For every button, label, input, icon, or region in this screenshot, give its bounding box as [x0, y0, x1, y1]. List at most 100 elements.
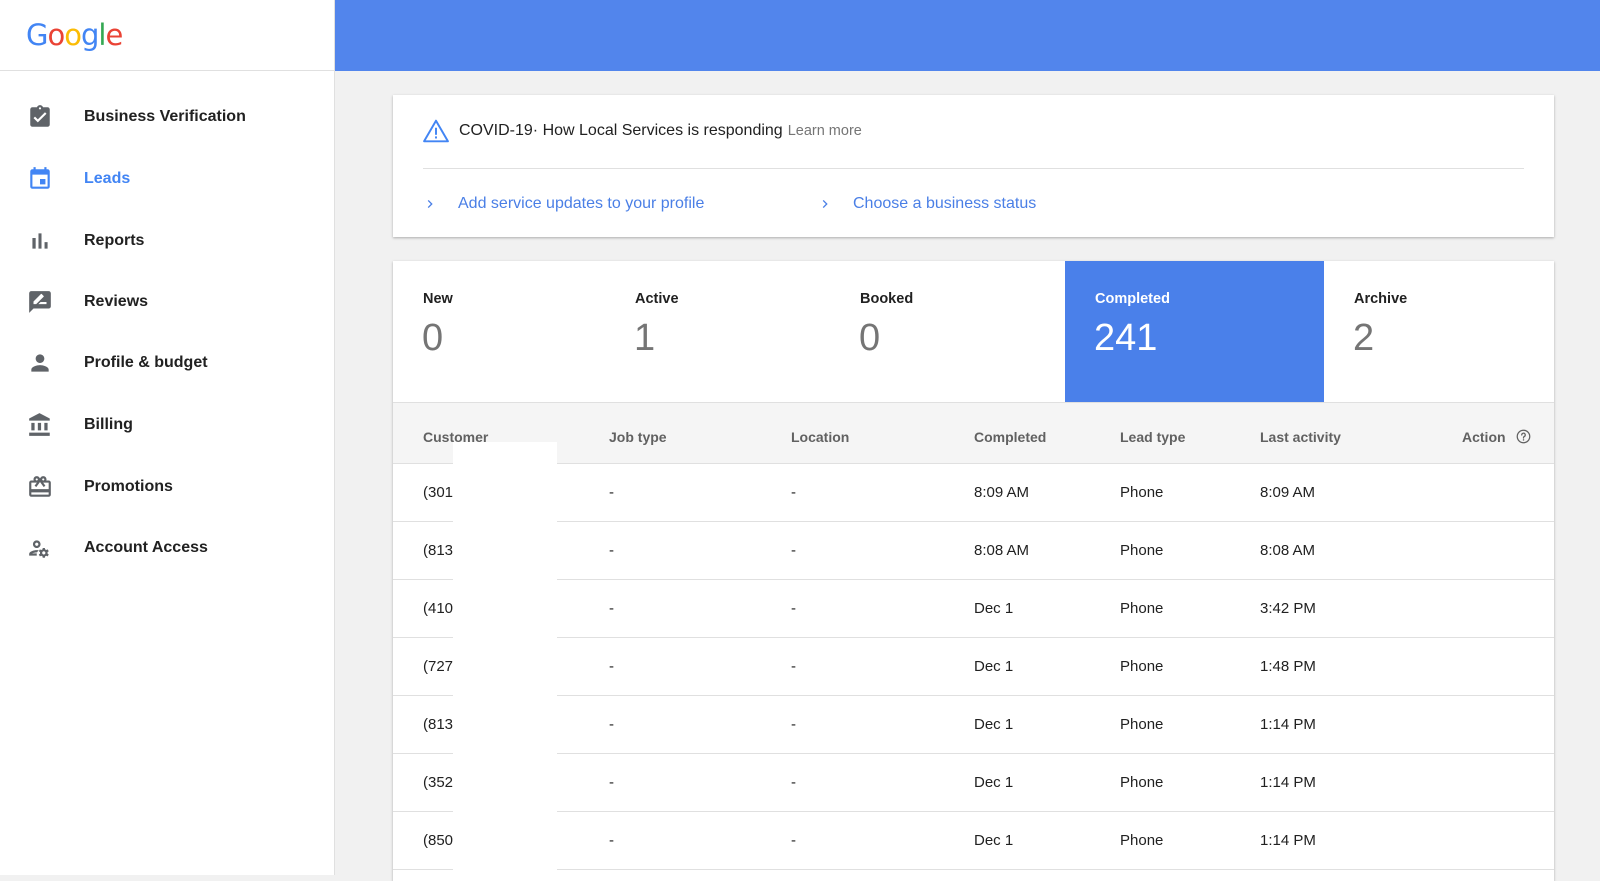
chevron-right-icon — [427, 200, 433, 208]
header-bar — [335, 0, 1600, 71]
covid-notice-line: COVID-19 · How Local Services is respond… — [423, 119, 862, 143]
column-header-lead-type[interactable]: Lead type — [1120, 429, 1185, 445]
sidebar-item-account-access[interactable]: Account Access — [0, 520, 334, 576]
covid-title: COVID-19 — [459, 122, 533, 139]
cell-last-activity: 1:14 PM — [1260, 774, 1316, 791]
stat-label: Archive — [1354, 291, 1408, 307]
cell-job-type: - — [609, 484, 614, 501]
cell-lead-type: Phone — [1120, 542, 1164, 559]
gift-card-icon — [27, 474, 53, 500]
link-label: Choose a business status — [853, 195, 1037, 212]
review-pen-icon — [27, 289, 53, 315]
cell-customer: (813 — [423, 542, 454, 559]
cell-location: - — [791, 542, 796, 559]
cell-job-type: - — [609, 716, 614, 733]
table-row[interactable]: (352 - - Dec 1 Phone 1:14 PM — [393, 754, 1554, 812]
table-row[interactable]: (813 - - 8:08 AM Phone 8:08 AM — [393, 522, 1554, 580]
sidebar-item-business-verification[interactable]: Business Verification — [0, 89, 334, 145]
sidebar-item-leads[interactable]: Leads — [0, 151, 334, 207]
stat-value: 2 — [1353, 317, 1375, 359]
cell-job-type: - — [609, 600, 614, 617]
column-header-job-type[interactable]: Job type — [609, 429, 667, 445]
google-logo[interactable]: Google — [0, 0, 334, 71]
cell-completed: 8:08 AM — [974, 542, 1030, 559]
learn-more-link[interactable]: Learn more — [788, 123, 862, 139]
cell-location: - — [791, 600, 796, 617]
person-icon — [27, 350, 53, 376]
redaction-overlay — [453, 442, 557, 875]
sidebar-item-label: Account Access — [84, 539, 208, 556]
sidebar-item-label: Promotions — [84, 478, 173, 495]
column-header-completed[interactable]: Completed — [974, 429, 1046, 445]
user-gear-icon — [27, 535, 53, 561]
cell-lead-type: Phone — [1120, 484, 1164, 501]
stat-label: Active — [635, 291, 679, 307]
sidebar-item-reviews[interactable]: Reviews — [0, 274, 334, 330]
table-row[interactable]: (410 - - Dec 1 Phone 3:42 PM — [393, 580, 1554, 638]
sidebar-item-label: Profile & budget — [84, 354, 208, 371]
cell-customer: (301 — [423, 484, 454, 501]
cell-customer: (727 — [423, 658, 454, 675]
table-row[interactable]: (813 - - Dec 1 Phone 1:14 PM — [393, 696, 1554, 754]
tab-active[interactable]: Active 1 — [605, 261, 830, 402]
sidebar-item-label: Leads — [84, 170, 131, 187]
divider — [423, 168, 1524, 169]
logo-letter: G — [26, 18, 49, 52]
column-header-action: Action — [1462, 429, 1506, 445]
column-header-location[interactable]: Location — [791, 429, 849, 445]
table-header: Customer Job type Location Completed Lea… — [393, 402, 1554, 464]
stat-value: 0 — [859, 317, 881, 359]
sidebar-item-billing[interactable]: Billing — [0, 397, 334, 453]
cell-lead-type: Phone — [1120, 600, 1164, 617]
cell-location: - — [791, 658, 796, 675]
cell-completed: 8:09 AM — [974, 484, 1030, 501]
chevron-right-icon — [822, 200, 828, 208]
table-row[interactable]: (850 - - Dec 1 Phone 1:14 PM — [393, 812, 1554, 870]
cell-location: - — [791, 774, 796, 791]
cell-location: - — [791, 716, 796, 733]
table-row[interactable]: (301 - - 8:09 AM Phone 8:09 AM — [393, 464, 1554, 522]
cell-last-activity: 3:42 PM — [1260, 600, 1316, 617]
sidebar-item-reports[interactable]: Reports — [0, 213, 334, 269]
choose-business-status-link[interactable]: Choose a business status — [817, 195, 1036, 213]
clipboard-check-icon — [27, 104, 53, 130]
leads-card: New 0 Active 1 Booked 0 Completed 241 Ar… — [393, 261, 1554, 881]
tab-new[interactable]: New 0 — [393, 261, 605, 402]
bank-icon — [27, 412, 53, 438]
cell-last-activity: 1:14 PM — [1260, 716, 1316, 733]
cell-completed: Dec 1 — [974, 600, 1014, 617]
cell-location: - — [791, 484, 796, 501]
cell-job-type: - — [609, 658, 614, 675]
tab-completed[interactable]: Completed 241 — [1065, 261, 1324, 402]
cell-lead-type: Phone — [1120, 832, 1164, 849]
warning-triangle-icon — [423, 119, 449, 143]
cell-lead-type: Phone — [1120, 658, 1164, 675]
help-circle-icon[interactable] — [1516, 429, 1531, 444]
cell-completed: Dec 1 — [974, 658, 1014, 675]
stat-value: 241 — [1094, 317, 1158, 359]
sidebar-item-promotions[interactable]: Promotions — [0, 459, 334, 515]
add-service-updates-link[interactable]: Add service updates to your profile — [422, 195, 704, 213]
link-label: Add service updates to your profile — [458, 195, 705, 212]
cell-job-type: - — [609, 832, 614, 849]
column-header-last-activity[interactable]: Last activity — [1260, 429, 1341, 445]
stat-label: Completed — [1095, 291, 1170, 307]
cell-customer: (813 — [423, 716, 454, 733]
table-row[interactable]: (727 - - Dec 1 Phone 1:48 PM — [393, 638, 1554, 696]
cell-job-type: - — [609, 542, 614, 559]
stat-value: 0 — [422, 317, 444, 359]
cell-job-type: - — [609, 774, 614, 791]
cell-lead-type: Phone — [1120, 774, 1164, 791]
tab-archive[interactable]: Archive 2 — [1324, 261, 1554, 402]
stat-label: Booked — [860, 291, 914, 307]
sidebar-item-profile-budget[interactable]: Profile & budget — [0, 335, 334, 391]
tab-booked[interactable]: Booked 0 — [830, 261, 1058, 402]
cell-customer: (850 — [423, 832, 454, 849]
sidebar-item-label: Billing — [84, 416, 133, 433]
bar-chart-icon — [27, 228, 53, 254]
cell-lead-type: Phone — [1120, 716, 1164, 733]
sidebar-item-label: Reports — [84, 232, 145, 249]
cell-last-activity: 1:48 PM — [1260, 658, 1316, 675]
sidebar: Google Business Verification Leads Repor… — [0, 0, 335, 875]
stat-value: 1 — [634, 317, 656, 359]
